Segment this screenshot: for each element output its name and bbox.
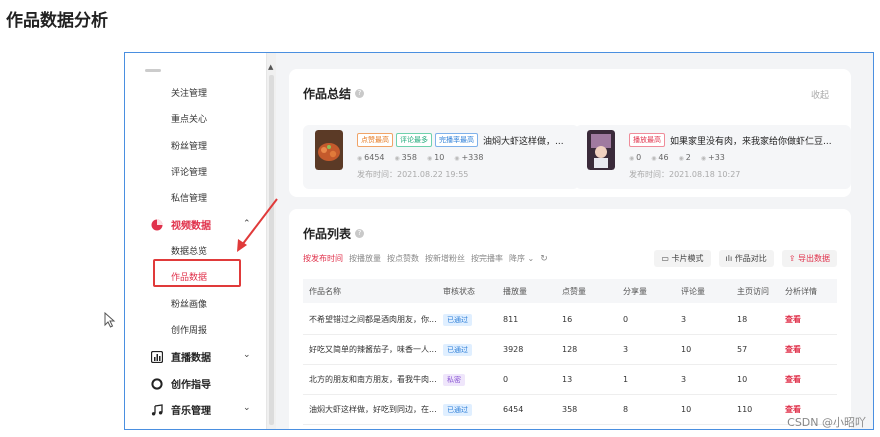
- mouse-cursor-icon: [104, 312, 116, 328]
- screenshot-frame: 关注管理 重点关心 粉丝管理 评论管理 私信管理 视频数据 ⌃ 数据总览 作品数…: [124, 52, 874, 430]
- red-pointer-arrow: [237, 198, 278, 252]
- doc-heading: 作品数据分析: [6, 11, 108, 31]
- watermark: CSDN @小昭吖: [787, 416, 866, 429]
